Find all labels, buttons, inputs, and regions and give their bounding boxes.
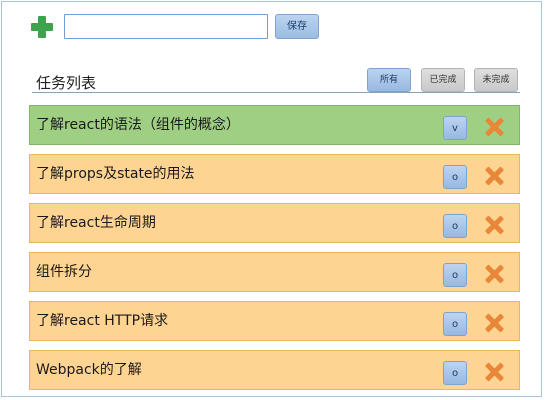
filter-undone-button[interactable]: 未完成 [474,68,518,92]
close-icon[interactable] [484,264,504,284]
close-icon[interactable] [484,313,504,333]
toggle-status-button[interactable]: o [443,165,467,189]
toggle-status-button[interactable]: o [443,312,467,336]
filter-done-button[interactable]: 已完成 [421,68,465,92]
list-title: 任务列表 [36,74,97,92]
task-row: 组件拆分 o [29,252,520,292]
task-row: 了解react生命周期 o [29,203,520,243]
task-text: 了解react HTTP请求 [36,313,169,329]
close-icon[interactable] [484,117,504,137]
toggle-status-button[interactable]: o [443,361,467,385]
task-row: 了解props及state的用法 o [29,154,520,194]
task-text: 了解props及state的用法 [36,166,195,182]
close-icon[interactable] [484,166,504,186]
filter-all-button[interactable]: 所有 [367,68,411,92]
task-text: 组件拆分 [36,264,92,280]
close-icon[interactable] [484,362,504,382]
task-row: 了解react HTTP请求 o [29,301,520,341]
task-input[interactable] [64,14,268,39]
toggle-status-button[interactable]: v [443,116,467,140]
save-button[interactable]: 保存 [275,14,319,39]
close-icon[interactable] [484,215,504,235]
toggle-status-button[interactable]: o [443,263,467,287]
plus-icon[interactable] [31,16,53,38]
task-text: 了解react的语法（组件的概念） [36,117,240,133]
app-frame: 保存 任务列表 所有 已完成 未完成 了解react的语法（组件的概念） v 了… [1,1,542,397]
task-row: 了解react的语法（组件的概念） v [29,105,520,145]
header-divider [32,92,520,93]
task-text: 了解react生命周期 [36,215,156,231]
task-row: Webpack的了解 o [29,350,520,390]
toggle-status-button[interactable]: o [443,214,467,238]
task-text: Webpack的了解 [36,362,142,378]
